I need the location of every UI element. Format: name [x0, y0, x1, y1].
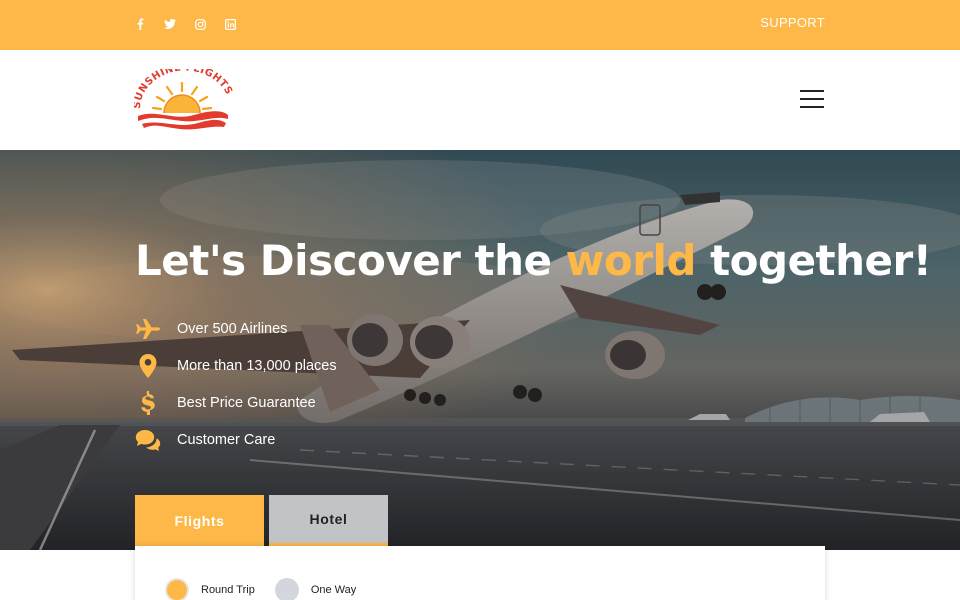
- dollar-icon: [135, 390, 161, 416]
- feature-item: More than 13,000 places: [135, 347, 337, 384]
- twitter-icon[interactable]: [162, 16, 178, 32]
- hamburger-menu-icon[interactable]: [798, 90, 826, 110]
- map-pin-icon: [135, 353, 161, 379]
- top-bar: SUPPORT: [0, 0, 960, 50]
- sunshine-flights-logo[interactable]: SUNSHINE FLIGHTS: [132, 62, 234, 131]
- round-trip-label: Round Trip: [201, 584, 255, 596]
- hero-title-start: Let's Discover the: [135, 236, 566, 285]
- hero-title-accent: world: [565, 236, 697, 285]
- tab-flights[interactable]: Flights: [135, 495, 264, 553]
- trip-type-options: Round Trip One Way: [165, 578, 376, 600]
- feature-item: Customer Care: [135, 421, 337, 458]
- hero-banner: Let's Discover the world together! Over …: [0, 150, 960, 550]
- hero-title: Let's Discover the world together!: [135, 236, 932, 285]
- linkedin-icon[interactable]: [222, 16, 238, 32]
- social-links: [132, 16, 238, 32]
- site-header: SUNSHINE FLIGHTS: [0, 50, 960, 150]
- feature-label: More than 13,000 places: [177, 357, 337, 374]
- feature-list: Over 500 Airlines More than 13,000 place…: [135, 310, 337, 458]
- feature-label: Over 500 Airlines: [177, 320, 288, 337]
- feature-label: Customer Care: [177, 431, 276, 448]
- chat-bubbles-icon: [135, 427, 161, 453]
- facebook-icon[interactable]: [132, 16, 148, 32]
- feature-item: Over 500 Airlines: [135, 310, 337, 347]
- feature-label: Best Price Guarantee: [177, 394, 316, 411]
- one-way-radio[interactable]: One Way: [274, 578, 357, 600]
- search-panel: Round Trip One Way: [135, 546, 825, 600]
- support-link[interactable]: SUPPORT: [760, 15, 825, 30]
- instagram-icon[interactable]: [192, 16, 208, 32]
- tab-hotel[interactable]: Hotel: [269, 495, 388, 546]
- one-way-label: One Way: [310, 584, 357, 596]
- feature-item: Best Price Guarantee: [135, 384, 337, 421]
- airplane-icon: [135, 316, 161, 342]
- hero-title-end: together!: [695, 236, 932, 285]
- round-trip-radio[interactable]: Round Trip: [165, 578, 255, 600]
- radio-checked-indicator[interactable]: [165, 578, 189, 600]
- radio-unchecked-indicator[interactable]: [274, 578, 299, 600]
